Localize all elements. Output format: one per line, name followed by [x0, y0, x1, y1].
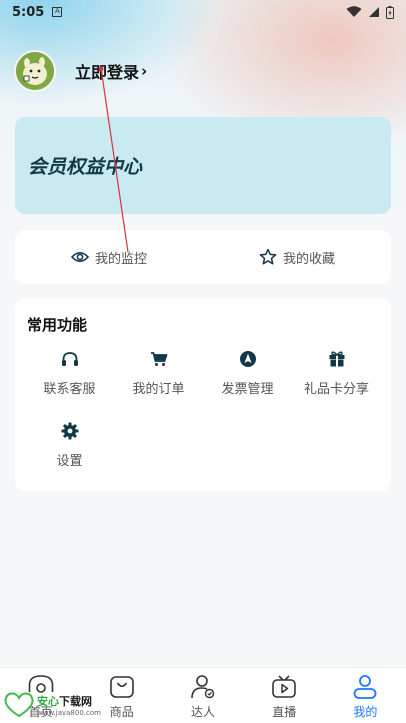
login-link[interactable]: 立即登录 ›: [75, 59, 147, 83]
settings-label: 设置: [56, 454, 83, 469]
tv-icon: [272, 674, 297, 698]
compass-icon: [239, 351, 256, 367]
invoice-management-button[interactable]: 发票管理: [203, 348, 292, 402]
star-icon: [259, 248, 277, 265]
member-benefits-title: 会员权益中心: [28, 156, 143, 178]
settings-button[interactable]: 设置: [25, 420, 114, 474]
notification-icon: A: [52, 7, 63, 17]
watermark-brand-dark: 下载网: [59, 695, 92, 708]
my-monitoring-label: 我的监控: [94, 251, 147, 267]
watermark-brand-green: 安心: [37, 695, 59, 708]
gear-icon: [61, 422, 78, 440]
gift-card-share-button[interactable]: 礼品卡分享: [292, 348, 381, 402]
profile-login[interactable]: 立即登录 ›: [14, 48, 147, 94]
gift-icon: [329, 351, 344, 367]
wifi-icon: [346, 6, 362, 17]
tab-influencers[interactable]: 达人: [162, 668, 243, 723]
tab-live[interactable]: 直播: [244, 668, 325, 723]
status-indicators: [346, 5, 394, 19]
avatar-mascot-icon: [16, 52, 54, 90]
tab-live-label: 直播: [272, 704, 297, 719]
my-orders-button[interactable]: 我的订单: [114, 348, 203, 402]
eye-icon: [70, 251, 89, 263]
login-label: 立即登录: [75, 63, 140, 82]
battery-icon: [386, 5, 394, 19]
chevron-right-icon: ›: [141, 62, 148, 80]
invoice-management-label: 发票管理: [221, 382, 274, 397]
heart-logo-icon: [4, 692, 34, 718]
avatar[interactable]: [14, 50, 56, 92]
watermark-url: www.java800.com: [37, 709, 101, 717]
quick-links-row: 我的监控 我的收藏: [15, 230, 391, 284]
my-monitoring-button[interactable]: 我的监控: [15, 230, 203, 284]
gift-card-share-label: 礼品卡分享: [303, 382, 369, 397]
tab-mine-label: 我的: [353, 704, 378, 719]
contact-support-button[interactable]: 联系客服: [25, 348, 114, 402]
common-functions-title: 常用功能: [27, 316, 88, 334]
contact-support-label: 联系客服: [43, 382, 96, 397]
tab-influencers-label: 达人: [191, 704, 216, 719]
cart-icon: [150, 352, 167, 366]
my-favorites-label: 我的收藏: [282, 251, 335, 267]
person-icon: [191, 674, 215, 698]
tab-products-label: 商品: [109, 704, 134, 719]
headset-icon: [61, 351, 78, 366]
functions-grid: 联系客服 我的订单 发票管理 礼品卡分享 设置: [25, 348, 381, 474]
watermark-heart-logo: [4, 692, 34, 718]
status-bar: 5:05 A: [0, 0, 406, 24]
user-icon: [354, 674, 377, 699]
bag-icon: [109, 675, 134, 698]
my-favorites-button[interactable]: 我的收藏: [203, 230, 391, 284]
common-functions-card: 常用功能 联系客服 我的订单 发票管理 礼品卡分享 设置: [15, 298, 391, 491]
my-orders-label: 我的订单: [132, 382, 185, 397]
tab-mine[interactable]: 我的: [325, 668, 406, 723]
watermark: 安心下载网 www.java800.com: [4, 692, 101, 718]
member-benefits-card[interactable]: 会员权益中心: [15, 117, 391, 214]
status-time: 5:05: [12, 4, 45, 20]
signal-icon: [369, 7, 379, 17]
